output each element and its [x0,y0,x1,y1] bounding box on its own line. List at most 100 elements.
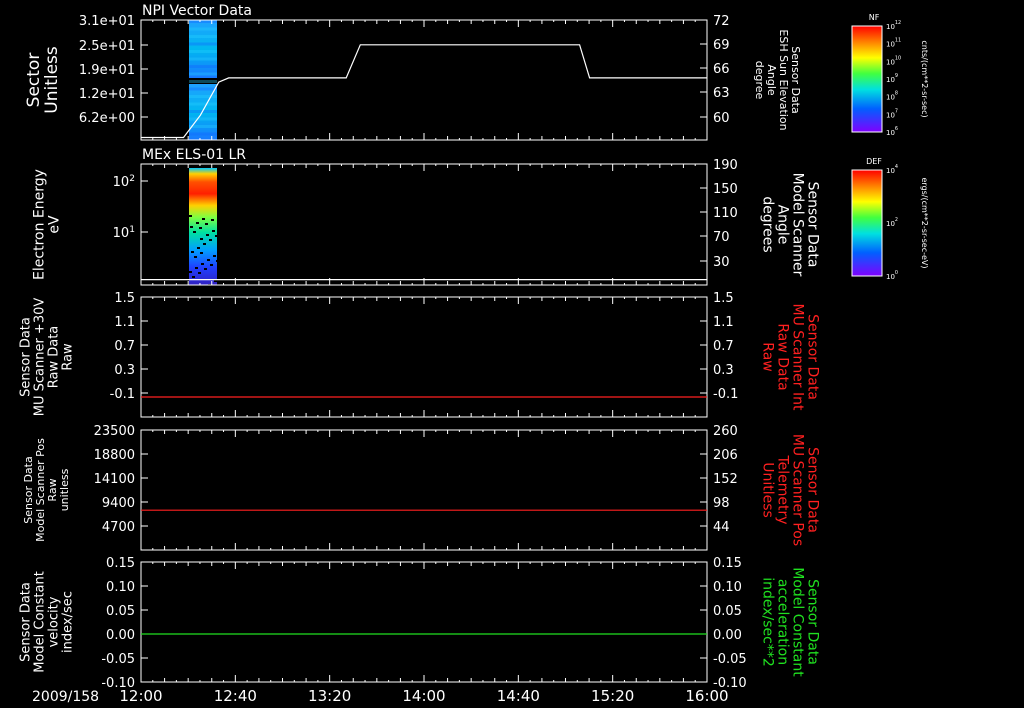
y-axis-label-left: SectorUnitless [24,46,62,114]
y-tick-label-left: 23500 [94,424,135,439]
els-speckle [214,280,217,282]
els-speckle [200,252,203,254]
y-axis-label-right: Sensor DataMU Scanner IntRaw DataRaw [760,304,821,412]
colorbar-tick-label: 107 [886,108,898,119]
colorbar-tick-label: 1011 [886,38,901,49]
y-tick-label-right: 44 [713,520,730,535]
y-tick-label-left: 6.2e+00 [79,111,135,126]
colorbar-units: cnts/(cm**2-sr-sec) [920,40,929,117]
y-tick-label-right: 150 [713,182,738,197]
y-tick-label-right: 0.3 [713,363,734,378]
els-speckle [198,272,201,274]
y-tick-label-left: 14100 [94,472,135,487]
els-speckle [191,251,194,253]
y-tick-label-right: 1.5 [713,291,734,306]
els-speckle [210,264,213,266]
els-speckle [209,239,212,241]
colorbar: DEF 104 102 100 ergs/(cm**2-sr-sec-eV) [851,157,929,281]
colorbar-units: ergs/(cm**2-sr-sec-eV) [920,177,929,268]
els-speckle [216,260,219,262]
y-tick-label-right: 206 [713,448,738,463]
y-tick-label-left: 4700 [102,520,135,535]
npi-heatmap-row [189,117,217,121]
y-tick-label-right: 60 [713,111,730,126]
x-tick-label: 12:40 [214,687,257,705]
panel-3: 1.5 1.1 0.7 0.3 -0.1 1.5 1.1 0.7 0.3 -0.1 Sensor D… [19,291,821,418]
y-tick-label-right: 0.05 [713,604,742,619]
colorbar-tick-label: 1012 [886,20,901,31]
y-axis-label-right: Sensor DataMU Scanner PosTelemetryUnitle… [760,434,821,546]
els-speckle [203,243,206,245]
y-axis-label-right: Sensor DataModel ScannerAngledegrees [760,173,821,277]
npi-heatmap-row [189,57,217,61]
y-tick-label-left: 101 [113,225,135,241]
colorbar: NF 1012 1011 1010 109 108 107 106 cnts/(cm**2-sr… [851,13,929,137]
y-tick-label-right: -0.05 [713,652,747,667]
y-tick-label-left: 1.2e+01 [79,87,135,102]
panel-frame [140,19,708,141]
y-tick-label-right: 0.00 [713,628,742,643]
npi-heatmap-row [189,72,217,76]
els-speckle [201,263,204,265]
y-tick-label-right: 190 [713,158,738,173]
colorbar-tick-label: 106 [886,126,898,137]
els-speckle [195,267,198,269]
y-axis-label-left: Electron EnergyeV [31,169,62,280]
y-tick-label-left: 0.00 [106,628,135,643]
y-tick-label-right: 66 [713,62,730,77]
els-speckle [193,231,196,233]
y-axis-label-left: Sensor DataModel Scanner PosRawunitless [22,438,71,542]
npi-heatmap-row [189,80,217,83]
chart-canvas: 3.1e+01 2.5e+01 1.9e+01 1.2e+01 6.2e+00 72 69 6… [19,3,929,705]
y-tick-label-right: 72 [713,14,730,29]
colorbar-label: DEF [866,157,882,166]
y-tick-label-left: 102 [113,174,135,190]
npi-heatmap-row [189,65,217,68]
y-tick-label-right: 70 [713,230,730,245]
y-axis-label-left: Sensor DataMU Scanner +30VRaw DataRaw [19,298,76,417]
y-tick-label-left: 0.3 [114,363,135,378]
time-axis: 2009/158 12:00 12:40 13:20 14:00 14:40 15:20 1… [32,687,729,705]
npi-heatmap-row [189,132,217,136]
series-line [141,44,707,139]
colorbar-scale [851,25,883,133]
y-tick-label-left: 1.9e+01 [79,63,135,78]
y-tick-label-left: 2.5e+01 [79,39,135,54]
y-tick-label-right: 0.10 [713,580,742,595]
y-tick-label-right: 0.15 [713,556,742,571]
els-speckle [194,256,197,258]
y-tick-label-right: 260 [713,424,738,439]
colorbar-tick-label: 109 [886,73,898,84]
y-tick-label-left: -0.05 [101,652,135,667]
y-tick-label-right: 1.1 [713,315,734,330]
panel-frame [140,296,708,418]
colorbar-tick-label: 108 [886,91,898,102]
y-tick-label-left: 1.5 [114,291,135,306]
y-tick-label-left: 0.7 [114,339,135,354]
panel-title: NPI Vector Data [142,3,252,19]
panel-title: MEx ELS-01 LR [142,147,246,163]
colorbar-tick-label: 1010 [886,55,901,66]
els-speckle [192,276,195,278]
els-spectrogram [189,168,217,285]
els-speckle [196,222,199,224]
els-speckle [215,235,218,237]
y-tick-label-left: 0.10 [106,580,135,595]
y-tick-label-right: 152 [713,472,738,487]
y-tick-label-left: 3.1e+01 [79,14,135,29]
x-tick-label: 14:40 [497,687,540,705]
els-speckle [202,218,205,220]
els-speckle [212,230,215,232]
y-tick-label-right: 63 [713,86,730,101]
y-tick-label-left: 0.15 [106,556,135,571]
x-tick-label: 13:20 [308,687,351,705]
y-tick-label-left: 9400 [102,496,135,511]
y-tick-label-right: 30 [713,255,730,270]
y-axis-label-left: Sensor DataModel Constantvelocityindex/s… [19,571,76,673]
els-speckle [204,268,207,270]
npi-heatmap-row [189,42,217,46]
els-speckle [189,271,192,273]
colorbar-scale [851,169,883,277]
x-tick-label: 12:00 [119,687,162,705]
npi-heatmap-row [189,35,217,38]
